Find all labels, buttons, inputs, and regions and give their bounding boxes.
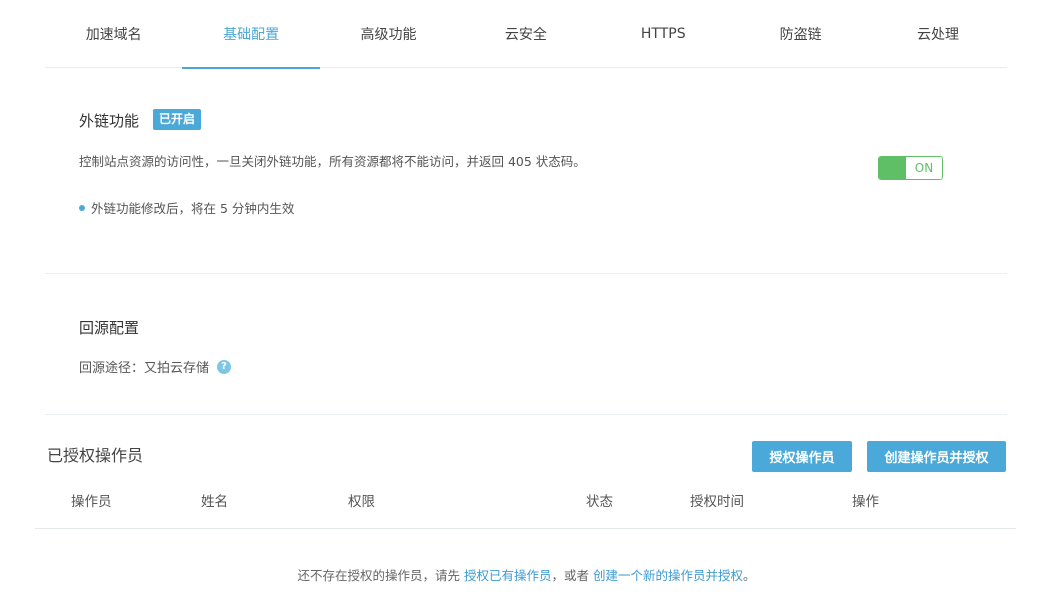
column-name: 姓名 xyxy=(201,494,228,510)
origin-title: 回源配置 xyxy=(79,319,140,337)
column-actions: 操作 xyxy=(852,494,879,510)
tab-https[interactable]: HTTPS xyxy=(595,0,732,68)
tab-bar: 加速域名 基础配置 高级功能 云安全 HTTPS 防盗链 云处理 xyxy=(45,0,1007,69)
tab-cloud-processing[interactable]: 云处理 xyxy=(869,0,1006,68)
create-new-operator-link[interactable]: 创建一个新的操作员并授权 xyxy=(593,568,743,583)
tab-hotlink-protection[interactable]: 防盗链 xyxy=(732,0,869,68)
column-permission: 权限 xyxy=(348,494,375,510)
hotlink-toggle[interactable]: ON xyxy=(878,156,943,180)
tab-domains[interactable]: 加速域名 xyxy=(45,0,182,68)
hotlink-note-text: 外链功能修改后，将在 5 分钟内生效 xyxy=(91,201,295,216)
hotlink-title: 外链功能 xyxy=(79,112,140,130)
authorize-operator-button[interactable]: 授权操作员 xyxy=(752,441,852,472)
section-divider xyxy=(45,273,1007,274)
column-operator: 操作员 xyxy=(71,494,112,510)
toggle-label: ON xyxy=(906,157,942,179)
tab-advanced[interactable]: 高级功能 xyxy=(320,0,457,68)
empty-middle: ，或者 xyxy=(551,568,593,583)
empty-suffix: 。 xyxy=(742,568,756,583)
toggle-knob xyxy=(879,157,906,179)
origin-path-text: 回源途径：又拍云存储 xyxy=(79,361,210,376)
column-status: 状态 xyxy=(586,494,613,510)
tab-cloud-security[interactable]: 云安全 xyxy=(457,0,594,68)
section-divider xyxy=(45,414,1007,415)
column-auth-time: 授权时间 xyxy=(690,494,744,510)
origin-path: 回源途径：又拍云存储 ? xyxy=(79,357,232,376)
status-badge: 已开启 xyxy=(153,109,202,130)
tab-basic-config[interactable]: 基础配置 xyxy=(182,0,321,69)
empty-prefix: 还不存在授权的操作员，请先 xyxy=(297,568,464,583)
hotlink-note: 外链功能修改后，将在 5 分钟内生效 xyxy=(79,198,294,217)
help-icon[interactable]: ? xyxy=(217,359,232,374)
empty-state-message: 还不存在授权的操作员，请先 授权已有操作员，或者 创建一个新的操作员并授权。 xyxy=(0,565,1053,584)
create-operator-button[interactable]: 创建操作员并授权 xyxy=(867,441,1006,472)
operators-title: 已授权操作员 xyxy=(47,446,144,465)
operators-table-header: 操作员 姓名 权限 状态 授权时间 操作 xyxy=(35,484,1016,529)
bullet-dot-icon xyxy=(79,204,85,211)
hotlink-description: 控制站点资源的访问性，一旦关闭外链功能，所有资源都将不能访问，并返回 405 状… xyxy=(79,154,586,169)
authorize-existing-link[interactable]: 授权已有操作员 xyxy=(464,568,552,583)
